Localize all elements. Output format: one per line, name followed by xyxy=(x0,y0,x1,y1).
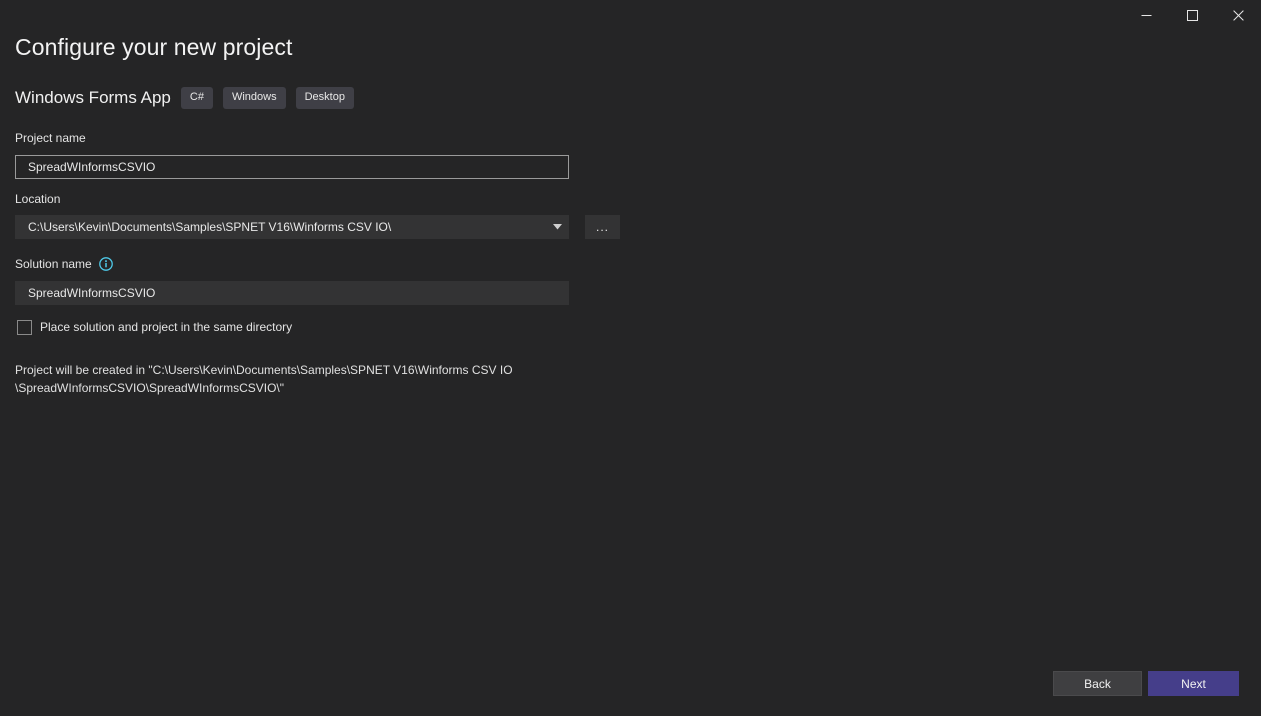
template-name: Windows Forms App xyxy=(15,88,171,107)
solution-name-label: Solution name xyxy=(15,257,92,271)
close-icon xyxy=(1232,9,1244,21)
place-solution-same-directory-row[interactable]: Place solution and project in the same d… xyxy=(17,318,292,336)
solution-name-label-row: Solution name xyxy=(15,256,113,272)
location-value: C:\Users\Kevin\Documents\Samples\SPNET V… xyxy=(28,220,392,234)
tag-language: C# xyxy=(180,87,213,109)
next-button[interactable]: Next xyxy=(1148,671,1239,696)
maximize-icon xyxy=(1186,9,1198,21)
solution-name-input[interactable] xyxy=(15,281,569,305)
place-solution-same-directory-label: Place solution and project in the same d… xyxy=(40,320,293,334)
chevron-down-icon[interactable] xyxy=(550,224,568,230)
place-solution-same-directory-checkbox[interactable] xyxy=(17,319,32,335)
minimize-icon xyxy=(1141,14,1151,16)
window-titlebar xyxy=(0,0,1261,30)
project-name-label: Project name xyxy=(15,131,86,145)
minimize-button[interactable] xyxy=(1123,0,1169,30)
tag-project-type: Desktop xyxy=(295,87,354,109)
dialog-footer: Back Next xyxy=(0,660,1261,716)
location-combobox[interactable]: C:\Users\Kevin\Documents\Samples\SPNET V… xyxy=(15,215,569,239)
close-button[interactable] xyxy=(1215,0,1261,30)
project-created-in-text: Project will be created in "C:\Users\Kev… xyxy=(15,363,513,395)
back-button[interactable]: Back xyxy=(1053,671,1142,696)
page-title: Configure your new project xyxy=(15,34,293,60)
project-name-input[interactable] xyxy=(15,155,569,179)
maximize-button[interactable] xyxy=(1169,0,1215,30)
browse-location-button[interactable]: ... xyxy=(585,215,620,239)
template-summary: Windows Forms App C# Windows Desktop xyxy=(15,85,354,111)
location-label: Location xyxy=(15,192,61,206)
tag-platform: Windows xyxy=(222,87,286,109)
info-icon[interactable] xyxy=(98,257,113,271)
